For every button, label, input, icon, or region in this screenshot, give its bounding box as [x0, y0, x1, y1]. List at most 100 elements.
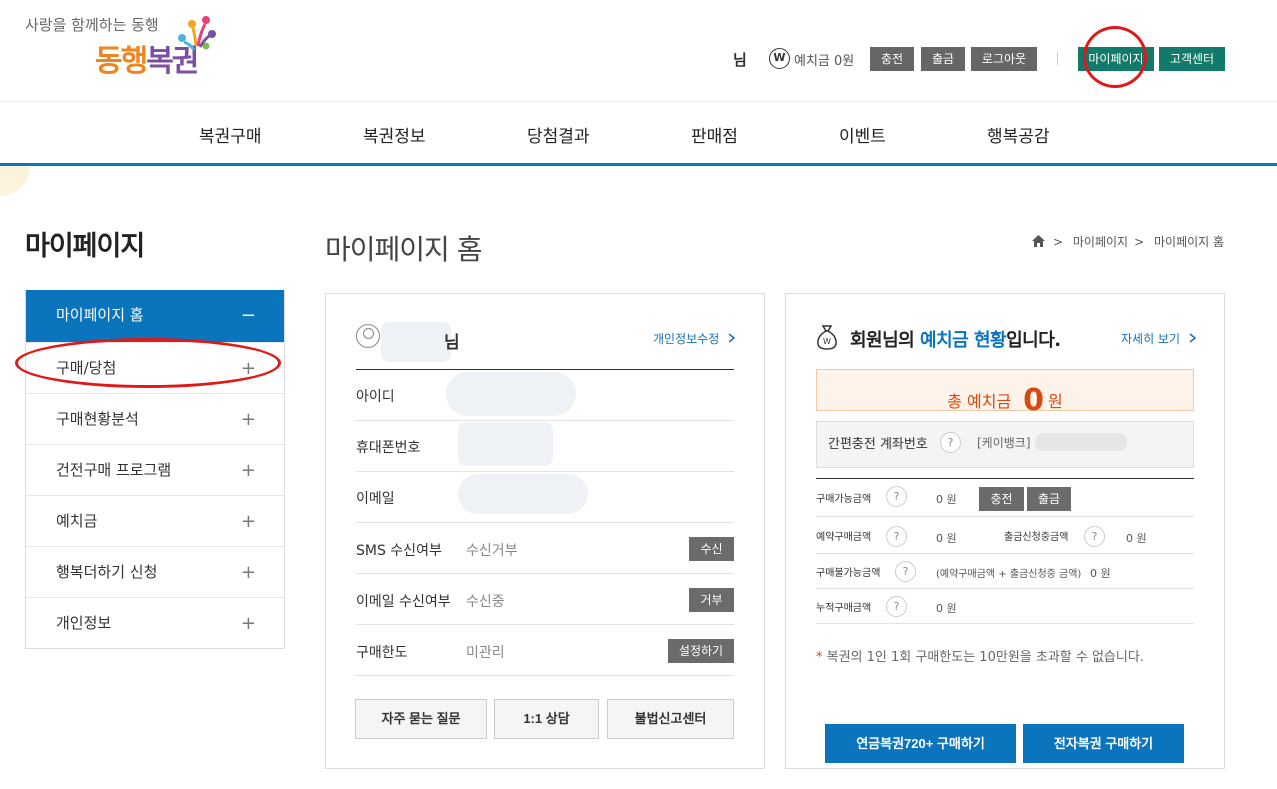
buy-pension-720-button[interactable]: 연금복권720+ 구매하기 — [825, 724, 1016, 763]
sidebar-item-mypage-home[interactable]: 마이페이지 홈 − — [26, 290, 284, 342]
nav-info[interactable]: 복권정보 — [363, 122, 426, 147]
sidebar-item-happiness-apply[interactable]: 행복더하기 신청 + — [26, 546, 284, 597]
expand-icon: + — [240, 562, 256, 583]
logo-tagline: 사랑을 함께하는 동행 — [25, 16, 159, 34]
expand-icon: + — [240, 511, 256, 532]
mypage-button[interactable]: 마이페이지 — [1078, 47, 1154, 71]
expand-icon: + — [240, 613, 256, 634]
divider — [816, 553, 1194, 554]
won-icon: W — [769, 48, 790, 69]
page-title: 마이페이지 홈 — [325, 233, 482, 266]
money-bag-icon: W — [817, 325, 837, 350]
sidebar-item-label: 건전구매 프로그램 — [56, 461, 172, 479]
reserved-label: 예약구매금액 — [816, 532, 872, 543]
masked-email — [458, 474, 588, 514]
detail-link[interactable]: 자세히 보기 — [1121, 330, 1197, 347]
expand-icon: + — [240, 460, 256, 481]
masked-account — [1035, 433, 1127, 451]
help-icon[interactable]: ? — [886, 596, 907, 617]
user-name-label: 님 — [733, 51, 747, 69]
purchase-limit-label: 구매한도 — [356, 645, 408, 661]
profile-name-suffix: 님 — [444, 333, 460, 353]
nav-event[interactable]: 이벤트 — [839, 122, 886, 147]
notice-mark: * — [816, 650, 823, 665]
main-nav: 복권구매 복권정보 당첨결과 판매점 이벤트 행복공감 — [0, 102, 1277, 166]
sidebar-title: 마이페이지 — [25, 231, 145, 262]
breadcrumb: > 마이페이지 > 마이페이지 홈 — [1032, 233, 1230, 250]
consult-button[interactable]: 1:1 상담 — [494, 699, 599, 739]
title-pre: 회원님의 — [850, 330, 921, 351]
deposit-panel-title: 회원님의 예치금 현황입니다. — [850, 326, 1061, 352]
email-receive-label: 이메일 수신여부 — [356, 594, 451, 610]
sidebar-item-deposit[interactable]: 예치금 + — [26, 495, 284, 546]
breadcrumb-mypage[interactable]: 마이페이지 — [1073, 235, 1128, 249]
masked-phone — [458, 422, 553, 466]
nav-buy[interactable]: 복권구매 — [199, 122, 262, 147]
unavailable-label: 구매불가능금액 — [816, 568, 881, 579]
masked-name — [381, 322, 451, 362]
site-header: 사랑을 함께하는 동행 동행복권 님 W 예치금 0원 충전 출금 로그아웃 마… — [0, 0, 1277, 102]
logout-button[interactable]: 로그아웃 — [971, 47, 1037, 71]
header-divider — [1057, 52, 1058, 65]
email-reject-button[interactable]: 거부 — [689, 588, 734, 612]
buy-e-lottery-button[interactable]: 전자복권 구매하기 — [1023, 724, 1184, 763]
header-withdraw-button[interactable]: 출금 — [921, 47, 965, 71]
sidebar-item-label: 행복더하기 신청 — [56, 563, 158, 581]
help-icon[interactable]: ? — [940, 432, 961, 453]
purchase-limit-status: 미관리 — [466, 645, 505, 661]
edit-profile-link[interactable]: 개인정보수정 — [653, 330, 736, 347]
sidebar-item-label: 개인정보 — [56, 614, 112, 632]
email-label: 이메일 — [356, 491, 395, 507]
nav-happiness[interactable]: 행복공감 — [987, 122, 1050, 147]
sidebar-item-label: 구매현황분석 — [56, 410, 139, 428]
expand-icon: + — [240, 358, 256, 379]
phone-label: 휴대폰번호 — [356, 440, 421, 456]
breadcrumb-sep: > — [1134, 235, 1145, 249]
deposit-panel: W 회원님의 예치금 현황입니다. 자세히 보기 총 예치금 0 원 간편충전 계좌… — [785, 293, 1225, 769]
total-deposit-box: 총 예치금 0 원 — [816, 369, 1194, 418]
support-button[interactable]: 고객센터 — [1159, 47, 1225, 71]
sidebar-item-personal-info[interactable]: 개인정보 + — [26, 597, 284, 648]
withdraw-button[interactable]: 출금 — [1027, 487, 1071, 511]
detail-link-label: 자세히 보기 — [1121, 332, 1181, 346]
account-label: 간편충전 계좌번호 — [828, 437, 928, 452]
help-icon[interactable]: ? — [895, 561, 916, 582]
title-post: 입니다. — [1006, 330, 1061, 351]
id-label: 아이디 — [356, 389, 395, 405]
header-charge-button[interactable]: 충전 — [870, 47, 914, 71]
cumulative-value: 0 원 — [936, 602, 957, 615]
edit-profile-label: 개인정보수정 — [653, 332, 720, 346]
logo-text-1: 동행 — [95, 44, 148, 79]
divider — [356, 471, 734, 472]
sms-receive-button[interactable]: 수신 — [689, 537, 734, 561]
faq-button[interactable]: 자주 묻는 질문 — [355, 699, 487, 739]
divider — [356, 624, 734, 625]
report-center-button[interactable]: 불법신고센터 — [607, 699, 734, 739]
nav-stores[interactable]: 판매점 — [691, 122, 738, 147]
total-deposit-unit: 원 — [1048, 392, 1063, 411]
masked-id — [446, 372, 576, 416]
svg-text:W: W — [823, 337, 831, 346]
unavailable-formula: (예약구매금액 + 출금신청중 금액) — [936, 569, 1082, 580]
account-box: 간편충전 계좌번호 ? [케이뱅크] — [816, 421, 1194, 468]
help-icon[interactable]: ? — [886, 486, 907, 507]
charge-button[interactable]: 충전 — [979, 487, 1024, 511]
withdraw-req-label: 출금신청중금액 — [1004, 532, 1069, 543]
sidebar-menu: 마이페이지 홈 − 구매/당첨 + 구매현황분석 + 건전구매 프로그램 + 예… — [25, 290, 285, 649]
divider — [356, 675, 734, 676]
help-icon[interactable]: ? — [1084, 526, 1105, 547]
logo-burst-icon — [178, 16, 216, 51]
sms-status: 수신거부 — [466, 543, 518, 559]
decoration-shape — [0, 166, 30, 196]
home-icon[interactable] — [1032, 235, 1045, 247]
sidebar-item-purchase-analysis[interactable]: 구매현황분석 + — [26, 393, 284, 444]
help-icon[interactable]: ? — [886, 526, 907, 547]
user-icon — [356, 324, 380, 348]
sidebar-item-healthy-program[interactable]: 건전구매 프로그램 + — [26, 444, 284, 495]
email-receive-status: 수신중 — [466, 594, 505, 610]
sidebar-item-purchase-win[interactable]: 구매/당첨 + — [26, 342, 284, 393]
nav-results[interactable]: 당첨결과 — [527, 122, 590, 147]
divider — [356, 522, 734, 523]
reserved-value: 0 원 — [936, 532, 957, 545]
set-limit-button[interactable]: 설정하기 — [668, 639, 734, 663]
